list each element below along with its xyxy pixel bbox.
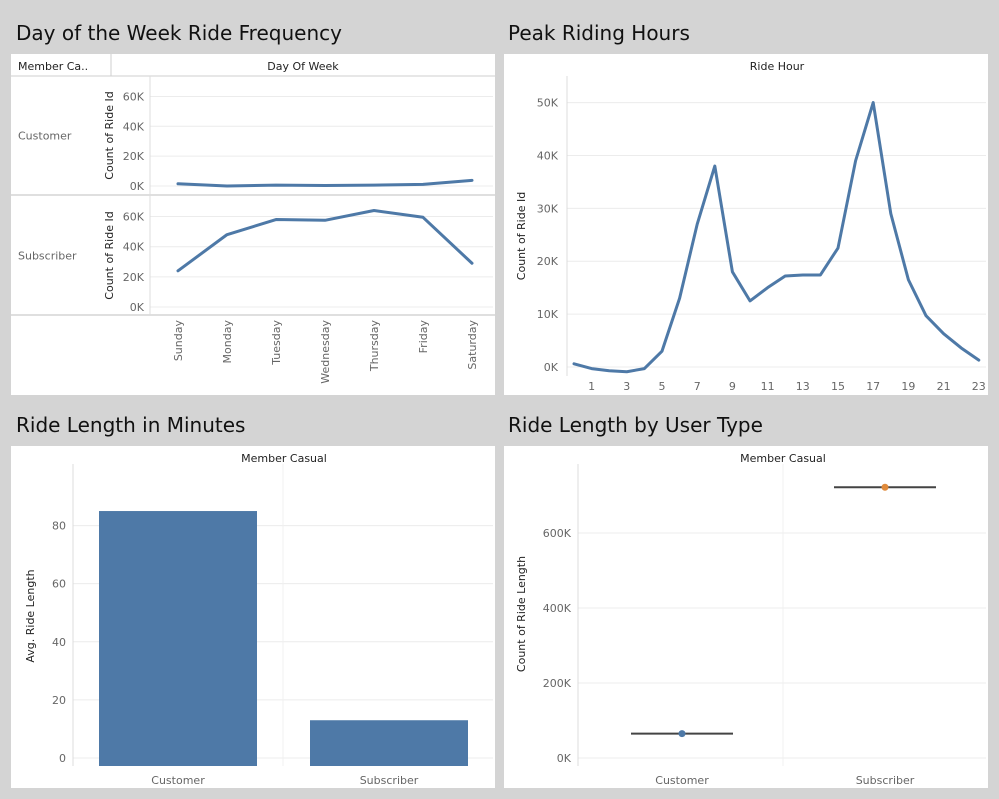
y-tick-label: 40 [52,636,66,649]
column-header-label: Ride Hour [750,60,805,73]
x-tick-label: 19 [901,380,915,393]
x-tick-label: 7 [694,380,701,393]
y-tick-label: 20K [537,255,559,268]
series-label-subscriber: Subscriber [18,250,77,263]
y-tick-label: 0 [59,752,66,765]
y-axis-label: Avg. Ride Length [24,569,37,662]
y-tick-label: 80 [52,520,66,533]
hourly-rides-line [572,101,981,374]
dow-chart-title: Day of the Week Ride Frequency [16,21,342,45]
x-tick-label: Monday [221,320,234,364]
y-axis-label: Count of Ride Id [103,211,116,299]
x-tick-label: Friday [417,320,430,354]
series-label-customer: Customer [18,130,72,143]
x-tick-label: 13 [796,380,810,393]
y-tick-label: 40K [123,241,145,254]
column-header-label: Member Casual [241,452,327,465]
x-tick-label: Customer [151,774,205,787]
y-tick-label: 30K [537,202,559,215]
y-tick-label: 40K [537,149,559,162]
x-tick-label: Saturday [466,320,479,370]
y-tick-label: 400K [543,602,572,615]
hours-chart: Ride Hour 0K 10K 20K 30K 40K 50K Count of Ride … [515,60,986,393]
usertype-chart: Member Casual 0K 200K 400K 600K Count of Ride… [515,452,986,787]
column-header-label: Member Casual [740,452,826,465]
y-tick-label: 0K [544,361,559,374]
x-tick-label: 17 [866,380,880,393]
length-chart: Member Casual 0 20 40 60 80 Avg. Ride Length Cu… [24,452,493,787]
dow-chart-panel: Member Ca.. Day Of Week 0K 20K 40K 60K Custome… [11,54,495,395]
hours-chart-panel: Ride Hour 0K 10K 20K 30K 40K 50K Count of Ride … [504,54,988,395]
y-axis-label: Count of Ride Id [515,192,528,280]
x-tick-label: Thursday [368,320,381,373]
series-line-subscriber [176,209,474,273]
point-subscriber [881,483,889,491]
y-tick-label: 60 [52,578,66,591]
y-axis-label: Count of Ride Id [103,91,116,179]
hours-chart-title: Peak Riding Hours [508,21,690,45]
y-tick-label: 50K [537,97,559,110]
y-tick-label: 0K [130,180,145,193]
length-chart-title: Ride Length in Minutes [16,413,246,437]
dow-chart: Member Ca.. Day Of Week 0K 20K 40K 60K Custome… [11,54,495,384]
y-tick-label: 40K [123,120,145,133]
y-tick-label: 60K [123,211,145,224]
y-tick-label: 200K [543,677,572,690]
y-tick-label: 600K [543,527,572,540]
x-tick-label: Wednesday [319,320,332,384]
y-tick-label: 20K [123,150,145,163]
length-chart-panel: Member Casual 0 20 40 60 80 Avg. Ride Length Cu… [11,446,495,788]
x-tick-label: 11 [761,380,775,393]
y-tick-label: 20 [52,694,66,707]
y-tick-label: 60K [123,90,145,103]
point-customer [678,730,686,738]
usertype-chart-title: Ride Length by User Type [508,413,763,437]
x-tick-label: 1 [588,380,595,393]
x-tick-label: 3 [623,380,630,393]
row-header-label: Member Ca.. [18,60,88,73]
x-tick-label: 23 [972,380,986,393]
y-tick-label: 10K [537,308,559,321]
bar-customer [99,511,257,766]
x-tick-label: 5 [659,380,666,393]
y-tick-label: 0K [130,301,145,314]
x-tick-label: Subscriber [856,774,915,787]
x-tick-label: Sunday [172,320,185,362]
x-tick-label: Customer [655,774,709,787]
x-tick-label: Tuesday [270,320,283,366]
series-line-customer [176,178,474,188]
y-axis-label: Count of Ride Length [515,556,528,672]
x-tick-label: Subscriber [360,774,419,787]
x-tick-label: 9 [729,380,736,393]
bar-subscriber [310,720,468,766]
x-tick-label: 21 [937,380,951,393]
x-tick-label: 15 [831,380,845,393]
y-tick-label: 0K [557,752,572,765]
column-header-label: Day Of Week [267,60,339,73]
usertype-chart-panel: Member Casual 0K 200K 400K 600K Count of Ride… [504,446,988,788]
y-tick-label: 20K [123,271,145,284]
